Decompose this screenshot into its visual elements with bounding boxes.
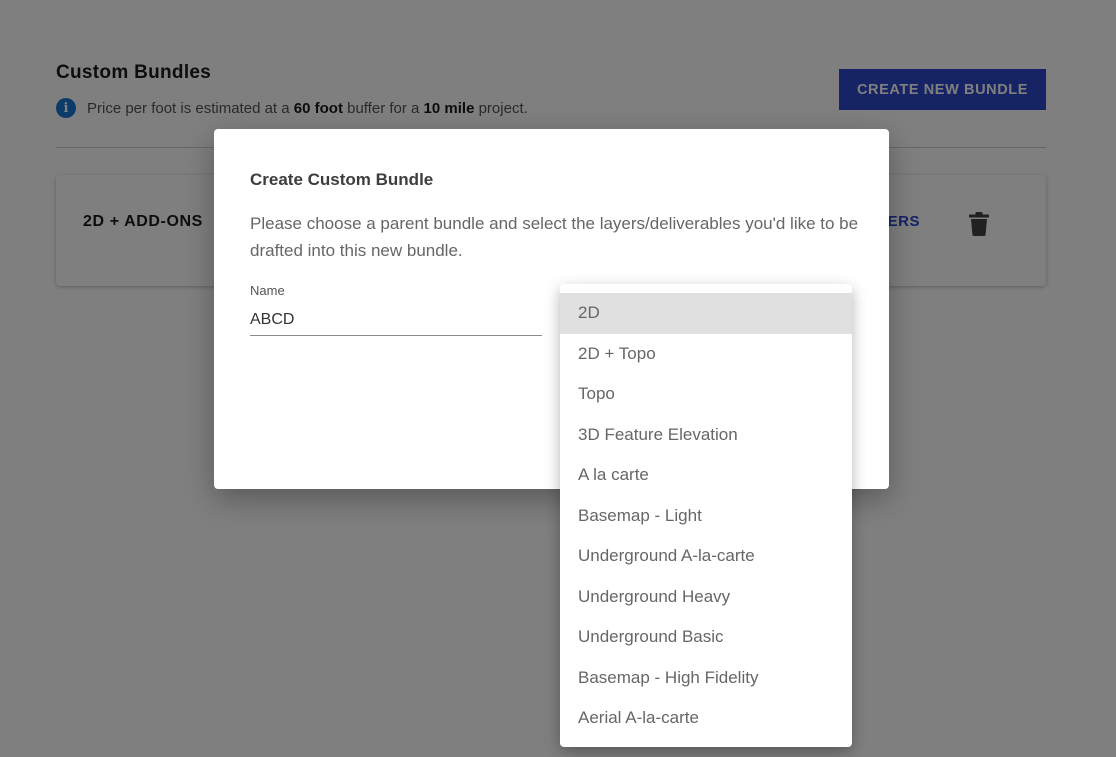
dropdown-option[interactable]: 2D + Topo	[560, 334, 852, 375]
dialog-description: Please choose a parent bundle and select…	[250, 214, 859, 260]
dropdown-option[interactable]: Basemap - Light	[560, 496, 852, 537]
dropdown-option[interactable]: Underground Basic	[560, 617, 852, 658]
name-label: Name	[250, 283, 285, 298]
dropdown-option[interactable]: Underground A-la-carte	[560, 536, 852, 577]
dropdown-option[interactable]: Basemap - High Fidelity	[560, 658, 852, 699]
dropdown-option[interactable]: Underground Heavy	[560, 577, 852, 618]
parent-bundle-dropdown-menu: 2D 2D + Topo Topo 3D Feature Elevation A la …	[560, 284, 852, 747]
dropdown-option[interactable]: 3D Feature Elevation	[560, 415, 852, 456]
dropdown-option[interactable]: Aerial A-la-carte	[560, 698, 852, 739]
dropdown-option[interactable]: Topo	[560, 374, 852, 415]
dropdown-option[interactable]: 2D	[560, 293, 852, 334]
dialog-title: Create Custom Bundle	[250, 170, 434, 189]
dropdown-option[interactable]: A la carte	[560, 455, 852, 496]
name-input[interactable]	[250, 304, 542, 336]
